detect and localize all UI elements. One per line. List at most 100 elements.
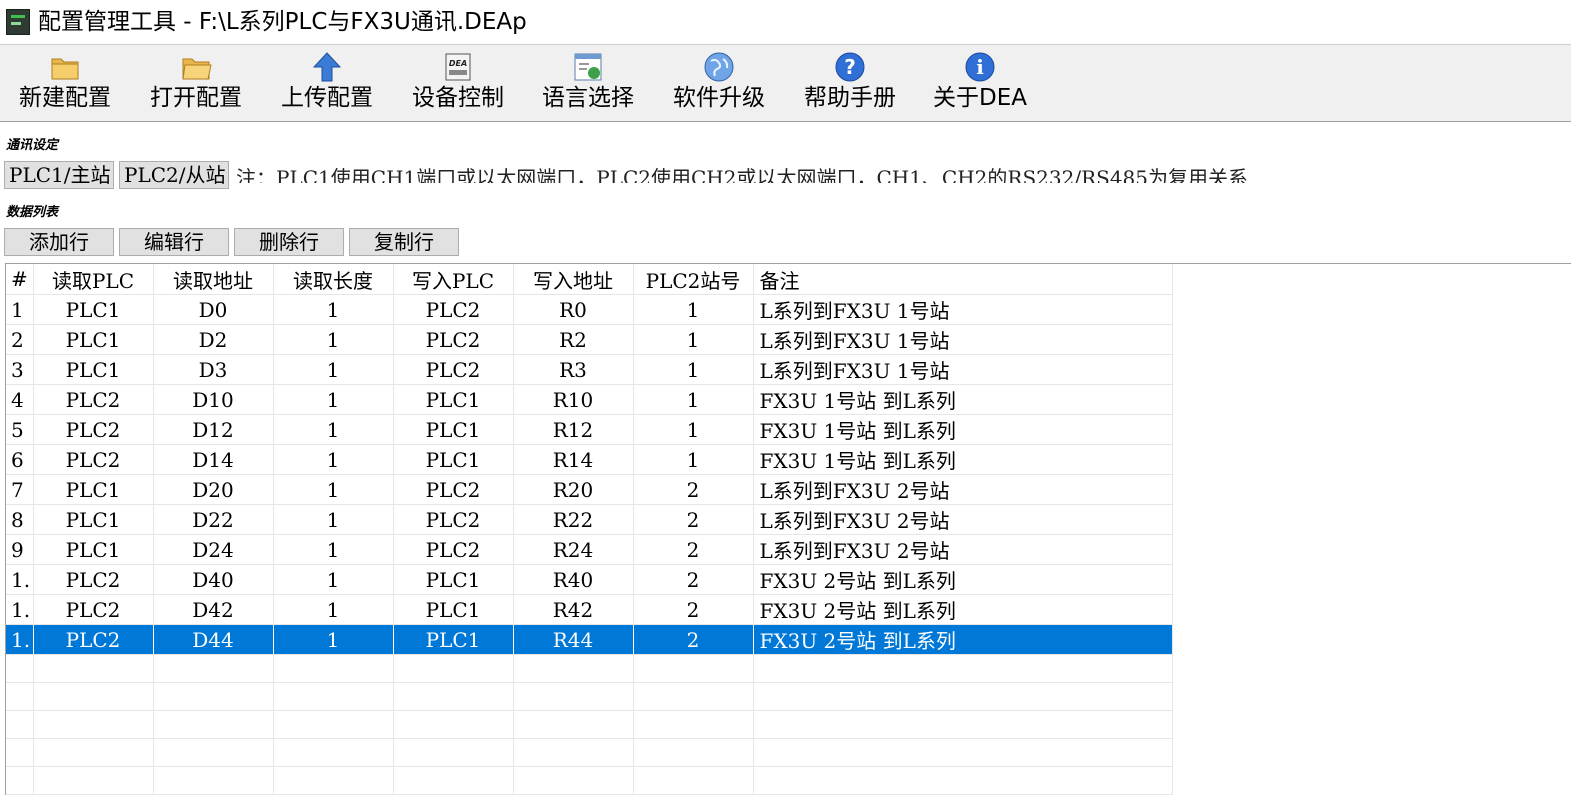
column-header-read-length[interactable]: 读取长度: [273, 264, 393, 295]
table-row[interactable]: 1.PLC2D441PLC1R442FX3U 2号站 到L系列: [6, 625, 1172, 655]
cell-plc2-station[interactable]: 2: [633, 535, 753, 565]
empty-cell[interactable]: [633, 739, 753, 767]
table-row[interactable]: 1.PLC2D421PLC1R422FX3U 2号站 到L系列: [6, 595, 1172, 625]
cell-read-plc[interactable]: PLC1: [33, 295, 153, 325]
empty-cell[interactable]: [6, 683, 33, 711]
new-config-button[interactable]: 新建配置: [0, 45, 130, 121]
cell-write-address[interactable]: R12: [513, 415, 633, 445]
cell-remark[interactable]: FX3U 1号站 到L系列: [753, 445, 1172, 475]
empty-cell[interactable]: [273, 683, 393, 711]
empty-row[interactable]: [6, 711, 1172, 739]
cell-write-address[interactable]: R44: [513, 625, 633, 655]
empty-cell[interactable]: [153, 655, 273, 683]
cell-read-length[interactable]: 1: [273, 325, 393, 355]
empty-cell[interactable]: [393, 711, 513, 739]
table-row[interactable]: 3PLC1D31PLC2R31L系列到FX3U 1号站: [6, 355, 1172, 385]
empty-cell[interactable]: [513, 767, 633, 795]
cell-index[interactable]: 3: [6, 355, 33, 385]
empty-cell[interactable]: [153, 711, 273, 739]
cell-plc2-station[interactable]: 1: [633, 445, 753, 475]
cell-read-plc[interactable]: PLC2: [33, 415, 153, 445]
cell-write-plc[interactable]: PLC2: [393, 535, 513, 565]
cell-write-address[interactable]: R3: [513, 355, 633, 385]
cell-index[interactable]: 2: [6, 325, 33, 355]
column-header-read-plc[interactable]: 读取PLC: [33, 264, 153, 295]
cell-read-length[interactable]: 1: [273, 565, 393, 595]
cell-write-plc[interactable]: PLC2: [393, 505, 513, 535]
empty-cell[interactable]: [6, 655, 33, 683]
empty-cell[interactable]: [33, 767, 153, 795]
cell-read-address[interactable]: D10: [153, 385, 273, 415]
cell-plc2-station[interactable]: 1: [633, 385, 753, 415]
cell-plc2-station[interactable]: 1: [633, 295, 753, 325]
empty-cell[interactable]: [753, 711, 1172, 739]
help-manual-button[interactable]: ? 帮助手册: [785, 45, 915, 121]
cell-read-address[interactable]: D24: [153, 535, 273, 565]
cell-index[interactable]: 1.: [6, 595, 33, 625]
upload-config-button[interactable]: 上传配置: [262, 45, 392, 121]
empty-cell[interactable]: [273, 739, 393, 767]
cell-read-length[interactable]: 1: [273, 535, 393, 565]
cell-read-address[interactable]: D14: [153, 445, 273, 475]
empty-cell[interactable]: [393, 683, 513, 711]
cell-read-length[interactable]: 1: [273, 295, 393, 325]
empty-cell[interactable]: [393, 655, 513, 683]
empty-cell[interactable]: [33, 739, 153, 767]
cell-plc2-station[interactable]: 2: [633, 625, 753, 655]
cell-remark[interactable]: FX3U 2号站 到L系列: [753, 595, 1172, 625]
empty-row[interactable]: [6, 767, 1172, 795]
empty-cell[interactable]: [753, 739, 1172, 767]
cell-write-plc[interactable]: PLC1: [393, 385, 513, 415]
cell-index[interactable]: 6: [6, 445, 33, 475]
cell-remark[interactable]: L系列到FX3U 2号站: [753, 475, 1172, 505]
cell-read-length[interactable]: 1: [273, 385, 393, 415]
cell-write-plc[interactable]: PLC1: [393, 565, 513, 595]
cell-read-length[interactable]: 1: [273, 445, 393, 475]
cell-plc2-station[interactable]: 2: [633, 475, 753, 505]
empty-cell[interactable]: [33, 655, 153, 683]
cell-write-address[interactable]: R10: [513, 385, 633, 415]
empty-cell[interactable]: [753, 767, 1172, 795]
cell-write-address[interactable]: R14: [513, 445, 633, 475]
cell-remark[interactable]: L系列到FX3U 1号站: [753, 325, 1172, 355]
cell-plc2-station[interactable]: 2: [633, 505, 753, 535]
empty-cell[interactable]: [633, 655, 753, 683]
empty-cell[interactable]: [753, 683, 1172, 711]
cell-plc2-station[interactable]: 2: [633, 565, 753, 595]
empty-cell[interactable]: [273, 655, 393, 683]
cell-read-address[interactable]: D42: [153, 595, 273, 625]
empty-cell[interactable]: [6, 711, 33, 739]
empty-cell[interactable]: [153, 767, 273, 795]
empty-cell[interactable]: [153, 683, 273, 711]
empty-cell[interactable]: [393, 739, 513, 767]
cell-write-address[interactable]: R20: [513, 475, 633, 505]
cell-read-plc[interactable]: PLC2: [33, 445, 153, 475]
cell-read-length[interactable]: 1: [273, 475, 393, 505]
table-row[interactable]: 6PLC2D141PLC1R141FX3U 1号站 到L系列: [6, 445, 1172, 475]
cell-read-length[interactable]: 1: [273, 625, 393, 655]
cell-write-address[interactable]: R40: [513, 565, 633, 595]
cell-index[interactable]: 9: [6, 535, 33, 565]
empty-cell[interactable]: [393, 767, 513, 795]
table-row[interactable]: 5PLC2D121PLC1R121FX3U 1号站 到L系列: [6, 415, 1172, 445]
cell-read-plc[interactable]: PLC1: [33, 535, 153, 565]
plc1-master-button[interactable]: PLC1/主站: [4, 161, 114, 189]
cell-read-address[interactable]: D20: [153, 475, 273, 505]
empty-cell[interactable]: [753, 655, 1172, 683]
cell-read-length[interactable]: 1: [273, 355, 393, 385]
cell-read-address[interactable]: D22: [153, 505, 273, 535]
cell-read-address[interactable]: D3: [153, 355, 273, 385]
empty-cell[interactable]: [6, 739, 33, 767]
open-config-button[interactable]: 打开配置: [131, 45, 261, 121]
copy-row-button[interactable]: 复制行: [349, 228, 459, 256]
cell-read-plc[interactable]: PLC1: [33, 325, 153, 355]
cell-write-plc[interactable]: PLC1: [393, 625, 513, 655]
cell-write-plc[interactable]: PLC2: [393, 475, 513, 505]
empty-cell[interactable]: [33, 711, 153, 739]
empty-cell[interactable]: [513, 711, 633, 739]
cell-remark[interactable]: FX3U 2号站 到L系列: [753, 565, 1172, 595]
empty-cell[interactable]: [273, 711, 393, 739]
cell-remark[interactable]: L系列到FX3U 1号站: [753, 355, 1172, 385]
empty-cell[interactable]: [513, 739, 633, 767]
cell-remark[interactable]: L系列到FX3U 2号站: [753, 505, 1172, 535]
